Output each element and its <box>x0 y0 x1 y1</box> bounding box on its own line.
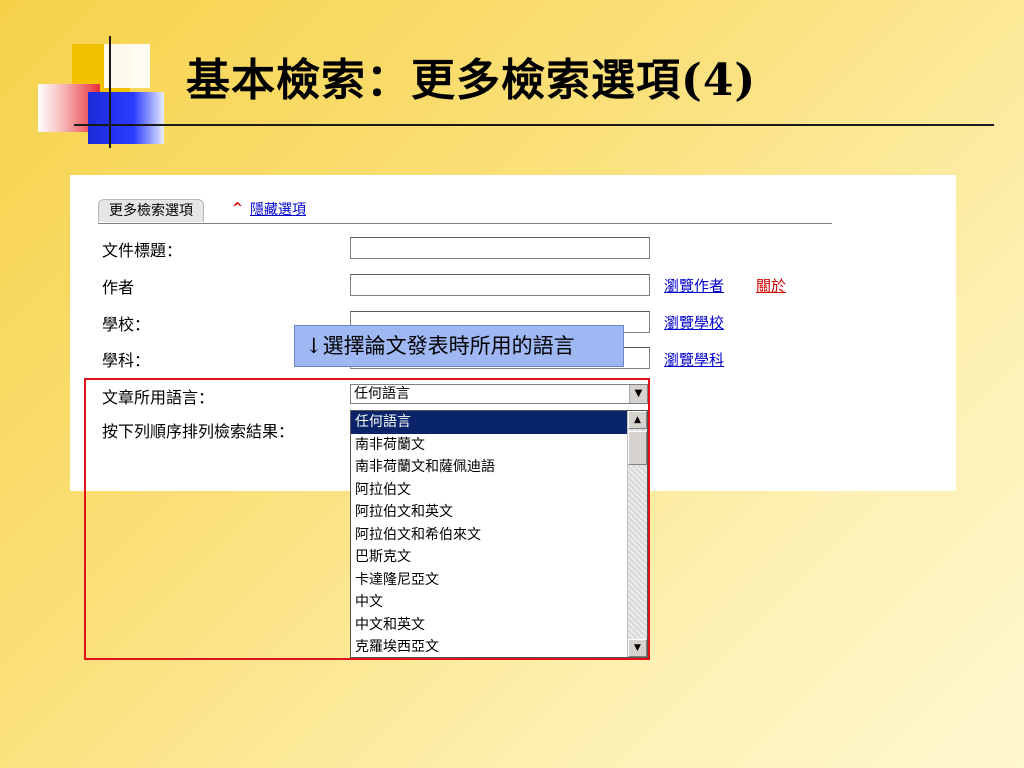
author-input[interactable] <box>350 274 650 296</box>
browse-author-link[interactable]: 瀏覽作者 <box>664 275 724 296</box>
school-label: 學校： <box>102 315 151 334</box>
browse-school-link[interactable]: 瀏覽學校 <box>664 312 724 333</box>
decor-vertical-line <box>109 36 111 148</box>
slide-title: 基本檢索：更多檢索選項(4) <box>186 55 757 106</box>
document-title-input[interactable] <box>350 237 650 259</box>
document-title-label: 文件標題： <box>102 241 183 260</box>
author-label: 作者 <box>102 278 135 297</box>
options-tab-strip: 更多檢索選項 ^ 隱藏選項 <box>98 197 832 224</box>
tab-more-options[interactable]: 更多檢索選項 <box>98 199 204 222</box>
decor-blue-square <box>88 92 164 144</box>
language-hint-callout: ↓選擇論文發表時所用的語言 <box>294 325 624 367</box>
subject-label: 學科： <box>102 351 151 370</box>
language-highlight-frame <box>84 378 650 660</box>
browse-subject-link[interactable]: 瀏覽學科 <box>664 349 724 370</box>
title-underline <box>74 124 994 126</box>
caret-up-icon: ^ <box>232 201 243 216</box>
about-link[interactable]: 關於 <box>756 275 786 296</box>
hide-options-link[interactable]: 隱藏選項 <box>250 199 306 221</box>
